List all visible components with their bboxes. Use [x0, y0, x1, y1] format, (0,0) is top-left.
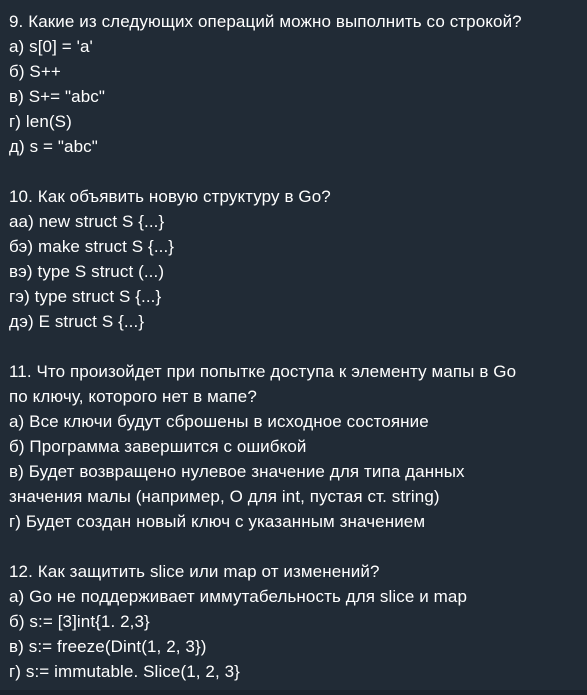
- question-10-title: 10. Как объявить новую структуру в Go?: [9, 187, 331, 206]
- question-11-title-line-2: по ключу, которого нет в мапе?: [9, 387, 257, 406]
- question-9-option-c: в) S+= "abc": [9, 87, 106, 106]
- question-11: 11. Что произойдет при попытке доступа к…: [9, 359, 584, 534]
- question-10: 10. Как объявить новую структуру в Go? а…: [9, 184, 584, 334]
- question-9-option-d: г) len(S): [9, 112, 72, 131]
- question-11-option-b: б) Программа завершится с ошибкой: [9, 437, 307, 456]
- question-10-option-b: бэ) make struct S {...}: [9, 237, 175, 256]
- question-11-option-d: г) Будет создан новый ключ с указанным з…: [9, 512, 426, 531]
- question-12: 12. Как защитить slice или map от измене…: [9, 559, 584, 684]
- question-12-option-b: б) s:= [3]int{1. 2,3}: [9, 612, 150, 631]
- question-11-title-line-1: 11. Что произойдет при попытке доступа к…: [9, 362, 517, 381]
- question-10-option-e: дэ) E struct S {...}: [9, 312, 145, 331]
- question-11-option-c-line-1: в) Будет возвращено нулевое значение для…: [9, 462, 465, 481]
- bottom-divider: [0, 690, 587, 695]
- question-9-title: 9. Какие из следующих операций можно вып…: [9, 12, 522, 31]
- question-11-option-c-line-2: значения малы (например, О для int, пуст…: [9, 487, 440, 506]
- question-12-option-a: а) Go не поддерживает иммутабельность дл…: [9, 587, 468, 606]
- question-12-option-d: г) s:= immutable. Slice(1, 2, 3}: [9, 662, 240, 681]
- message-text: 9. Какие из следующих операций можно вып…: [9, 9, 584, 684]
- question-10-option-c: вэ) type S struct (...): [9, 262, 165, 281]
- question-10-option-a: аа) new struct S {...}: [9, 212, 165, 231]
- question-10-option-d: гэ) type struct S {...}: [9, 287, 162, 306]
- question-9-option-b: б) S++: [9, 62, 61, 81]
- question-11-option-a: а) Все ключи будут сброшены в исходное с…: [9, 412, 429, 431]
- question-9-option-e: д) s = "abc": [9, 137, 98, 156]
- message-panel: 9. Какие из следующих операций можно вып…: [0, 0, 587, 690]
- question-12-title: 12. Как защитить slice или map от измене…: [9, 562, 380, 581]
- question-9-option-a: а) s[0] = 'a': [9, 37, 93, 56]
- question-9: 9. Какие из следующих операций можно вып…: [9, 9, 584, 159]
- question-12-option-c: в) s:= freeze(Dint(1, 2, 3}): [9, 637, 207, 656]
